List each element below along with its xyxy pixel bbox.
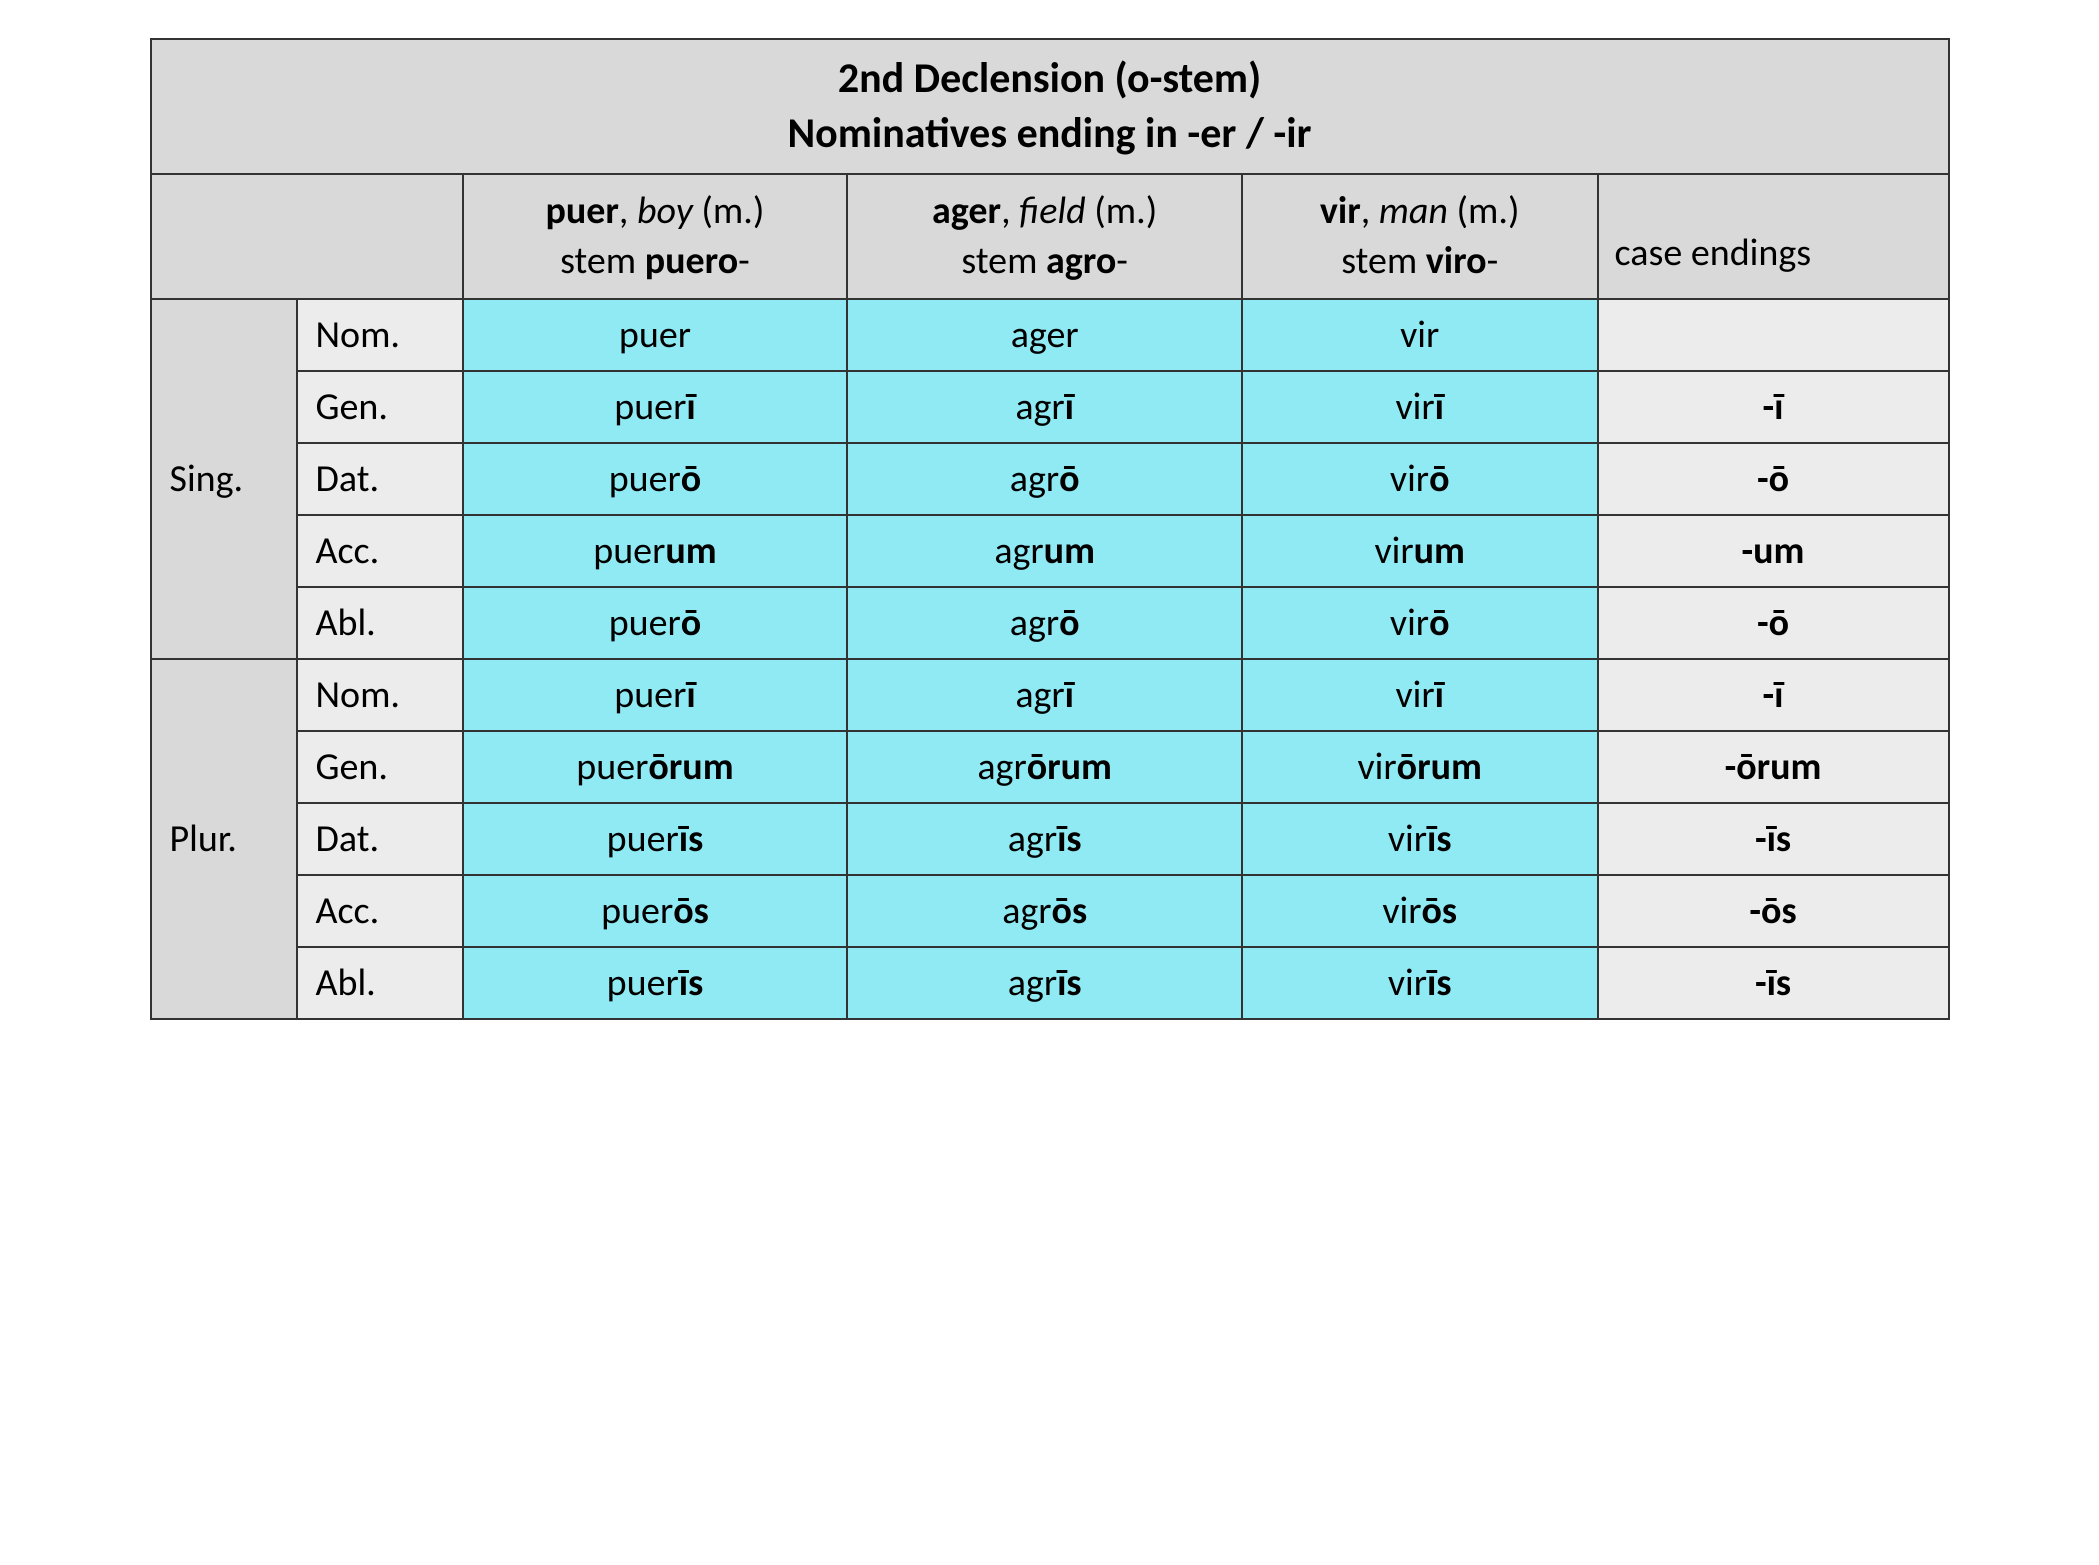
form-cell: puer (463, 299, 848, 371)
table-title: 2nd Declension (o-stem) Nominatives endi… (151, 39, 1949, 174)
form-cell: agrīs (847, 803, 1242, 875)
title-line-2: Nominatives ending in -er / -ir (788, 108, 1312, 159)
table-row: Gen. puerōrum agrōrum virōrum -ōrum (151, 731, 1949, 803)
form-cell: virum (1242, 515, 1598, 587)
form-cell: puerī (463, 371, 848, 443)
table-row: Abl. puerīs agrīs virīs -īs (151, 947, 1949, 1019)
blank-header (151, 174, 463, 299)
case-label: Dat. (297, 443, 463, 515)
table-row: Plur. Nom. puerī agrī virī -ī (151, 659, 1949, 731)
form-cell: agrōs (847, 875, 1242, 947)
table-row: Abl. puerō agrō virō -ō (151, 587, 1949, 659)
ending-cell: -ī (1598, 659, 1949, 731)
case-label: Abl. (297, 947, 463, 1019)
case-label: Gen. (297, 371, 463, 443)
form-cell: virōs (1242, 875, 1598, 947)
form-cell: puerīs (463, 803, 848, 875)
ending-cell: -ōrum (1598, 731, 1949, 803)
col-header-endings: case endings (1598, 174, 1949, 299)
table-row: Dat. puerīs agrīs virīs -īs (151, 803, 1949, 875)
form-cell: puerum (463, 515, 848, 587)
form-cell: ager (847, 299, 1242, 371)
form-cell: virī (1242, 659, 1598, 731)
form-cell: puerīs (463, 947, 848, 1019)
ending-cell: -ī (1598, 371, 1949, 443)
form-cell: puerōrum (463, 731, 848, 803)
form-cell: agrīs (847, 947, 1242, 1019)
table-row: Acc. puerōs agrōs virōs -ōs (151, 875, 1949, 947)
ending-cell: -um (1598, 515, 1949, 587)
form-cell: puerī (463, 659, 848, 731)
case-label: Acc. (297, 515, 463, 587)
form-cell: virī (1242, 371, 1598, 443)
form-cell: agrō (847, 443, 1242, 515)
form-cell: puerō (463, 587, 848, 659)
case-label: Nom. (297, 659, 463, 731)
case-label: Dat. (297, 803, 463, 875)
form-cell: virō (1242, 587, 1598, 659)
table-row: Dat. puerō agrō virō -ō (151, 443, 1949, 515)
form-cell: virīs (1242, 803, 1598, 875)
col-header-puer: puer, boy (m.) stem puero- (463, 174, 848, 299)
form-cell: virō (1242, 443, 1598, 515)
form-cell: agrī (847, 659, 1242, 731)
col-header-ager: ager, field (m.) stem agro- (847, 174, 1242, 299)
case-label: Abl. (297, 587, 463, 659)
form-cell: agrō (847, 587, 1242, 659)
table-row: Acc. puerum agrum virum -um (151, 515, 1949, 587)
form-cell: virōrum (1242, 731, 1598, 803)
ending-cell: -ō (1598, 587, 1949, 659)
column-header-row: puer, boy (m.) stem puero- ager, field (… (151, 174, 1949, 299)
form-cell: vir (1242, 299, 1598, 371)
form-cell: puerōs (463, 875, 848, 947)
form-cell: agrōrum (847, 731, 1242, 803)
table-row: Gen. puerī agrī virī -ī (151, 371, 1949, 443)
ending-cell: -ōs (1598, 875, 1949, 947)
case-label: Nom. (297, 299, 463, 371)
declension-table: 2nd Declension (o-stem) Nominatives endi… (150, 38, 1950, 1020)
form-cell: agrum (847, 515, 1242, 587)
form-cell: virīs (1242, 947, 1598, 1019)
number-sing: Sing. (151, 299, 297, 659)
title-row: 2nd Declension (o-stem) Nominatives endi… (151, 39, 1949, 174)
form-cell: puerō (463, 443, 848, 515)
ending-cell: -īs (1598, 947, 1949, 1019)
table-row: Sing. Nom. puer ager vir (151, 299, 1949, 371)
ending-cell (1598, 299, 1949, 371)
col-header-vir: vir, man (m.) stem viro- (1242, 174, 1598, 299)
ending-cell: -ō (1598, 443, 1949, 515)
title-line-1: 2nd Declension (o-stem) (838, 53, 1261, 104)
ending-cell: -īs (1598, 803, 1949, 875)
case-label: Gen. (297, 731, 463, 803)
case-label: Acc. (297, 875, 463, 947)
number-plur: Plur. (151, 659, 297, 1019)
form-cell: agrī (847, 371, 1242, 443)
